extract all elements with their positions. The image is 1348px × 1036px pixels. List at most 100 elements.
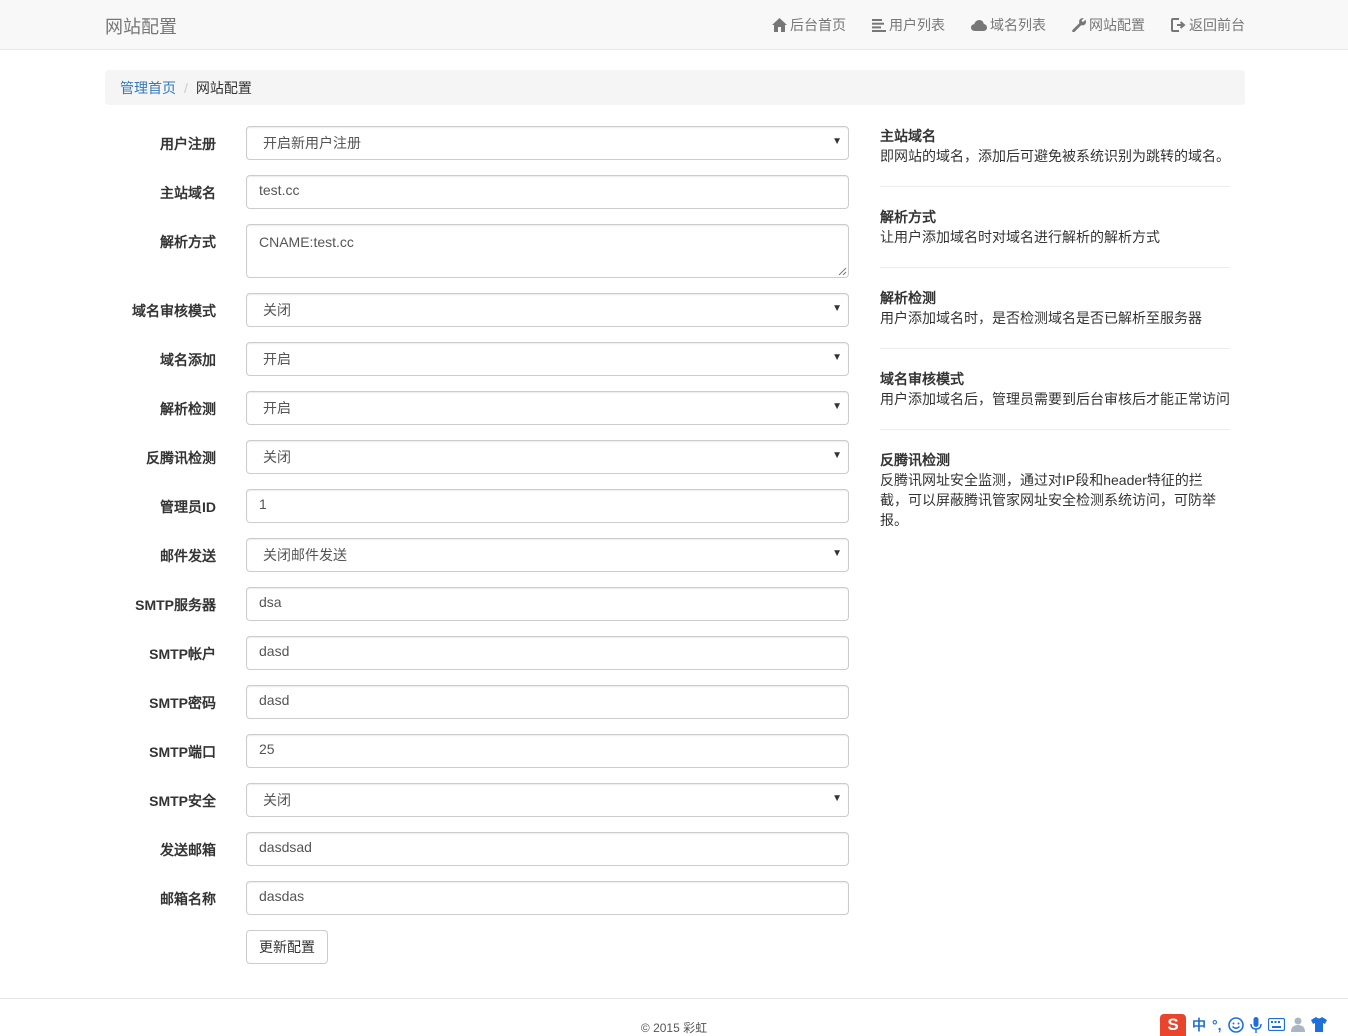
microphone-icon[interactable]: [1249, 1016, 1262, 1033]
caret-down-icon: ▼: [832, 352, 842, 363]
help-text: 让用户添加域名时对域名进行解析的解析方式: [880, 229, 1160, 245]
nav-item-users[interactable]: 用户列表: [872, 15, 945, 35]
anti-tencent-select[interactable]: 关闭 ▼: [246, 440, 849, 474]
navbar-brand[interactable]: 网站配置: [105, 13, 177, 39]
smtp-server-input[interactable]: dsa: [246, 587, 849, 621]
select-value: 关闭: [263, 449, 291, 465]
form-row-anti-tencent: 反腾讯检测 关闭 ▼: [105, 440, 849, 474]
select-value: 开启新用户注册: [263, 135, 361, 151]
resolve-method-textarea[interactable]: CNAME:test.cc: [246, 224, 849, 278]
smtp-account-input[interactable]: dasd: [246, 636, 849, 670]
caret-down-icon: ▼: [832, 548, 842, 559]
ime-toolbar: S 中 °,: [1160, 1013, 1348, 1036]
sogou-logo-icon[interactable]: S: [1160, 1013, 1186, 1036]
form-row-smtp-account: SMTP帐户 dasd: [105, 636, 849, 670]
user-icon[interactable]: [1290, 1017, 1305, 1032]
form-row-mail-send: 邮件发送 关闭邮件发送 ▼: [105, 538, 849, 572]
breadcrumb-separator: /: [184, 79, 188, 96]
nav-item-label: 后台首页: [790, 17, 846, 33]
nav-item-domains[interactable]: 域名列表: [971, 15, 1046, 35]
logout-icon: [1171, 18, 1186, 32]
form-row-mail-name: 邮箱名称 dasdas: [105, 881, 849, 915]
mail-name-input[interactable]: dasdas: [246, 881, 849, 915]
caret-down-icon: ▼: [832, 793, 842, 804]
form-row-admin-id: 管理员ID 1: [105, 489, 849, 523]
top-navbar: 网站配置 后台首页 用户列表 域名列表 网站配置 返回前台: [0, 0, 1348, 50]
help-title: 解析方式: [880, 209, 936, 225]
nav-item-label: 用户列表: [889, 17, 945, 33]
help-divider: [880, 186, 1230, 187]
footer-divider: [0, 998, 1348, 999]
field-label: 邮件发送: [160, 548, 216, 564]
select-value: 关闭: [263, 792, 291, 808]
field-label: 管理员ID: [160, 499, 216, 515]
field-label: 邮箱名称: [160, 891, 216, 907]
form-row-smtp-password: SMTP密码 dasd: [105, 685, 849, 719]
field-label: 主站域名: [160, 185, 216, 201]
select-value: 关闭: [263, 302, 291, 318]
select-value: 开启: [263, 400, 291, 416]
domain-audit-select[interactable]: 关闭 ▼: [246, 293, 849, 327]
list-icon: [872, 18, 886, 32]
user-register-select[interactable]: 开启新用户注册 ▼: [246, 126, 849, 160]
form-row-smtp-port: SMTP端口 25: [105, 734, 849, 768]
smtp-secure-select[interactable]: 关闭 ▼: [246, 783, 849, 817]
field-label: 反腾讯检测: [146, 450, 216, 466]
help-anti-tencent: 反腾讯检测 反腾讯网址安全监测，通过对IP段和header特征的拦 截，可以屏蔽…: [880, 450, 1230, 530]
help-resolve-check: 解析检测 用户添加域名时，是否检测域名是否已解析至服务器: [880, 288, 1230, 328]
help-text: 用户添加域名后，管理员需要到后台审核后才能正常访问: [880, 391, 1230, 407]
field-label: SMTP帐户: [149, 646, 216, 662]
form-row-user-register: 用户注册 开启新用户注册 ▼: [105, 126, 849, 160]
help-title: 主站域名: [880, 128, 936, 144]
nav-item-label: 返回前台: [1189, 17, 1245, 33]
help-divider: [880, 348, 1230, 349]
form-row-domain-audit: 域名审核模式 关闭 ▼: [105, 293, 849, 327]
resize-grip-icon[interactable]: [838, 267, 847, 276]
nav-item-home[interactable]: 后台首页: [772, 15, 846, 35]
field-label: 域名添加: [160, 352, 216, 368]
cloud-icon: [971, 19, 987, 31]
help-text-line: 报。: [880, 512, 908, 528]
field-label: SMTP服务器: [135, 597, 216, 613]
nav-item-frontend[interactable]: 返回前台: [1171, 15, 1245, 35]
smtp-password-input[interactable]: dasd: [246, 685, 849, 719]
sender-email-input[interactable]: dasdsad: [246, 832, 849, 866]
field-label: 解析检测: [160, 401, 216, 417]
nav-item-config[interactable]: 网站配置: [1072, 15, 1145, 35]
home-icon: [772, 18, 787, 32]
ime-punctuation-toggle[interactable]: °,: [1212, 1017, 1222, 1033]
help-divider: [880, 267, 1230, 268]
help-main-domain: 主站域名 即网站的域名，添加后可避免被系统识别为跳转的域名。: [880, 126, 1230, 166]
field-label: SMTP密码: [149, 695, 216, 711]
help-title: 解析检测: [880, 290, 936, 306]
smtp-port-input[interactable]: 25: [246, 734, 849, 768]
breadcrumb: 管理首页 / 网站配置: [105, 70, 1245, 105]
select-value: 开启: [263, 351, 291, 367]
help-domain-audit: 域名审核模式 用户添加域名后，管理员需要到后台审核后才能正常访问: [880, 369, 1230, 409]
breadcrumb-home-link[interactable]: 管理首页: [120, 78, 176, 98]
help-text-line: 截，可以屏蔽腾讯管家网址安全检测系统访问，可防举: [880, 492, 1216, 508]
resolve-check-select[interactable]: 开启 ▼: [246, 391, 849, 425]
field-label: 发送邮箱: [160, 842, 216, 858]
emoji-icon[interactable]: [1227, 1016, 1244, 1033]
form-row-smtp-secure: SMTP安全 关闭 ▼: [105, 783, 849, 817]
domain-add-select[interactable]: 开启 ▼: [246, 342, 849, 376]
admin-id-input[interactable]: 1: [246, 489, 849, 523]
ime-language-toggle[interactable]: 中: [1192, 1015, 1206, 1035]
form-row-sender-email: 发送邮箱 dasdsad: [105, 832, 849, 866]
skin-shirt-icon[interactable]: [1310, 1017, 1327, 1032]
keyboard-icon[interactable]: [1267, 1018, 1285, 1031]
form-row-main-domain: 主站域名 test.cc: [105, 175, 849, 209]
help-text: 用户添加域名时，是否检测域名是否已解析至服务器: [880, 310, 1202, 326]
update-config-button[interactable]: 更新配置: [246, 930, 328, 964]
textarea-value: CNAME:test.cc: [259, 234, 354, 250]
field-label: 域名审核模式: [132, 303, 216, 319]
caret-down-icon: ▼: [832, 136, 842, 147]
form-row-smtp-server: SMTP服务器 dsa: [105, 587, 849, 621]
main-domain-input[interactable]: test.cc: [246, 175, 849, 209]
help-title: 域名审核模式: [880, 371, 964, 387]
caret-down-icon: ▼: [832, 450, 842, 461]
help-title: 反腾讯检测: [880, 452, 950, 468]
mail-send-select[interactable]: 关闭邮件发送 ▼: [246, 538, 849, 572]
help-divider: [880, 429, 1230, 430]
